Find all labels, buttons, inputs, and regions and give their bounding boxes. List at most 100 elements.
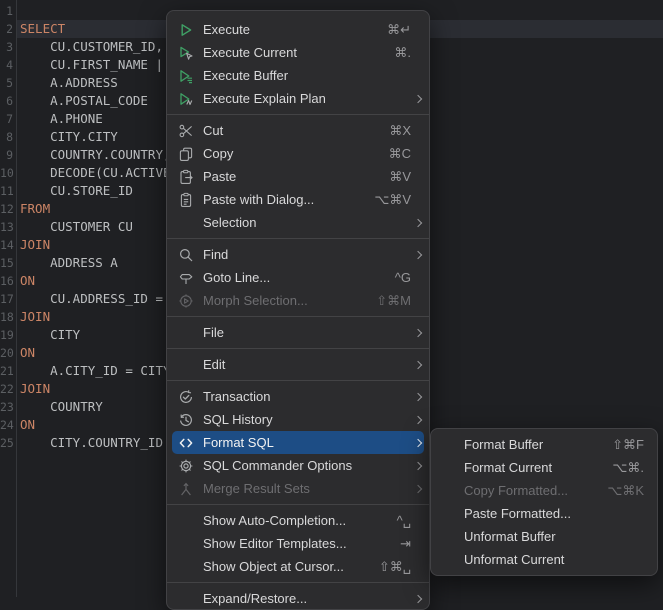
- menu-item-unformat-buffer[interactable]: Unformat Buffer: [431, 525, 657, 548]
- menu-item-unformat-current[interactable]: Unformat Current: [431, 548, 657, 571]
- shortcut-label: ⌘↵: [387, 22, 411, 38]
- line-text: A.PHONE: [20, 110, 103, 128]
- line-number: 4: [0, 56, 13, 74]
- submenu-arrow-icon: [411, 440, 421, 446]
- menu-item-format-buffer[interactable]: Format Buffer⇧⌘F: [431, 433, 657, 456]
- line-number: 23: [0, 398, 13, 416]
- line-number: 19: [0, 326, 13, 344]
- menu-item-paste-formatted[interactable]: Paste Formatted...: [431, 502, 657, 525]
- line-number: 15: [0, 254, 13, 272]
- menu-item-label: Cut: [203, 123, 389, 138]
- menu-item-label: Execute Explain Plan: [203, 91, 411, 106]
- menu-item-label: SQL Commander Options: [203, 458, 411, 473]
- menu-item-merge-result-sets: Merge Result Sets: [167, 477, 429, 500]
- menu-item-label: Format SQL: [203, 435, 411, 450]
- shortcut-label: ⇧⌘F: [612, 437, 644, 453]
- menu-item-label: Paste: [203, 169, 389, 184]
- morph-icon: [178, 293, 194, 309]
- menu-item-label: File: [203, 325, 411, 340]
- menu-item-show-editor-templates[interactable]: Show Editor Templates...⇥: [167, 532, 429, 555]
- menu-item-label: Edit: [203, 357, 411, 372]
- submenu-arrow-icon: [411, 362, 421, 368]
- menu-item-copy[interactable]: Copy⌘C: [167, 142, 429, 165]
- line-number: 14: [0, 236, 13, 254]
- code-icon: [178, 435, 194, 451]
- line-text: DECODE(CU.ACTIVE: [20, 164, 171, 182]
- line-text: A.ADDRESS: [20, 74, 118, 92]
- menu-item-sql-commander-options[interactable]: SQL Commander Options: [167, 454, 429, 477]
- line-text: CU.STORE_ID: [20, 182, 133, 200]
- menu-item-goto-line[interactable]: Goto Line...^G: [167, 266, 429, 289]
- line-number: 18: [0, 308, 13, 326]
- editor-context-menu: Execute⌘↵Execute Current⌘.Execute Buffer…: [166, 10, 430, 610]
- menu-item-format-current[interactable]: Format Current⌥⌘.: [431, 456, 657, 479]
- line-text: ON: [20, 272, 35, 290]
- menu-item-show-auto-completion[interactable]: Show Auto-Completion...^␣: [167, 509, 429, 532]
- line-number: 3: [0, 38, 13, 56]
- menu-item-find[interactable]: Find: [167, 243, 429, 266]
- shortcut-label: ⌘X: [389, 123, 411, 139]
- menu-item-label: Find: [203, 247, 411, 262]
- shortcut-label: ⇧⌘␣: [379, 559, 411, 575]
- line-text: CITY.CITY: [20, 128, 118, 146]
- menu-item-execute[interactable]: Execute⌘↵: [167, 18, 429, 41]
- submenu-arrow-icon: [411, 252, 421, 258]
- menu-item-paste-with-dialog[interactable]: Paste with Dialog...⌥⌘V: [167, 188, 429, 211]
- menu-item-execute-explain-plan[interactable]: Execute Explain Plan: [167, 87, 429, 110]
- menu-item-label: Expand/Restore...: [203, 591, 411, 606]
- search-icon: [178, 247, 194, 263]
- line-text: JOIN: [20, 380, 50, 398]
- line-number: 24: [0, 416, 13, 434]
- menu-item-label: Execute Current: [203, 45, 394, 60]
- menu-item-label: Unformat Current: [464, 552, 644, 567]
- menu-separator: [167, 582, 429, 583]
- menu-item-expand-restore[interactable]: Expand/Restore...: [167, 587, 429, 610]
- menu-item-file[interactable]: File: [167, 321, 429, 344]
- shortcut-label: ^␣: [397, 513, 411, 529]
- line-number: 9: [0, 146, 13, 164]
- menu-item-edit[interactable]: Edit: [167, 353, 429, 376]
- shortcut-label: ⌘V: [389, 169, 411, 185]
- submenu-arrow-icon: [411, 330, 421, 336]
- merge-icon: [178, 481, 194, 497]
- menu-item-copy-formatted: Copy Formatted...⌥⌘K: [431, 479, 657, 502]
- line-text: SELECT: [20, 20, 65, 38]
- menu-item-transaction[interactable]: Transaction: [167, 385, 429, 408]
- menu-item-label: SQL History: [203, 412, 411, 427]
- menu-separator: [167, 316, 429, 317]
- line-text: JOIN: [20, 308, 50, 326]
- menu-item-show-object-at-cursor[interactable]: Show Object at Cursor...⇧⌘␣: [167, 555, 429, 578]
- cut-icon: [178, 123, 194, 139]
- menu-item-label: Copy: [203, 146, 389, 161]
- submenu-arrow-icon: [411, 96, 421, 102]
- copy-icon: [178, 146, 194, 162]
- shortcut-label: ⌘C: [389, 146, 411, 162]
- menu-item-label: Show Auto-Completion...: [203, 513, 397, 528]
- shortcut-label: ⌥⌘.: [612, 460, 644, 476]
- menu-item-paste[interactable]: Paste⌘V: [167, 165, 429, 188]
- menu-separator: [167, 504, 429, 505]
- menu-item-execute-buffer[interactable]: Execute Buffer: [167, 64, 429, 87]
- menu-item-cut[interactable]: Cut⌘X: [167, 119, 429, 142]
- menu-item-label: Transaction: [203, 389, 411, 404]
- shortcut-label: ⌥⌘K: [607, 483, 644, 499]
- line-number: 22: [0, 380, 13, 398]
- submenu-arrow-icon: [411, 463, 421, 469]
- format-sql-submenu: Format Buffer⇧⌘FFormat Current⌥⌘.Copy Fo…: [430, 428, 658, 576]
- menu-item-label: Goto Line...: [203, 270, 395, 285]
- line-text: JOIN: [20, 236, 50, 254]
- menu-item-sql-history[interactable]: SQL History: [167, 408, 429, 431]
- line-number: 12: [0, 200, 13, 218]
- shortcut-label: ^G: [395, 270, 411, 285]
- menu-item-format-sql[interactable]: Format SQL: [172, 431, 424, 454]
- menu-item-execute-current[interactable]: Execute Current⌘.: [167, 41, 429, 64]
- submenu-arrow-icon: [411, 220, 421, 226]
- gear-icon: [178, 458, 194, 474]
- line-text: FROM: [20, 200, 50, 218]
- line-number: 16: [0, 272, 13, 290]
- paste-icon: [178, 169, 194, 185]
- menu-separator: [167, 348, 429, 349]
- line-number: 11: [0, 182, 13, 200]
- menu-item-label: Format Buffer: [464, 437, 612, 452]
- menu-item-selection[interactable]: Selection: [167, 211, 429, 234]
